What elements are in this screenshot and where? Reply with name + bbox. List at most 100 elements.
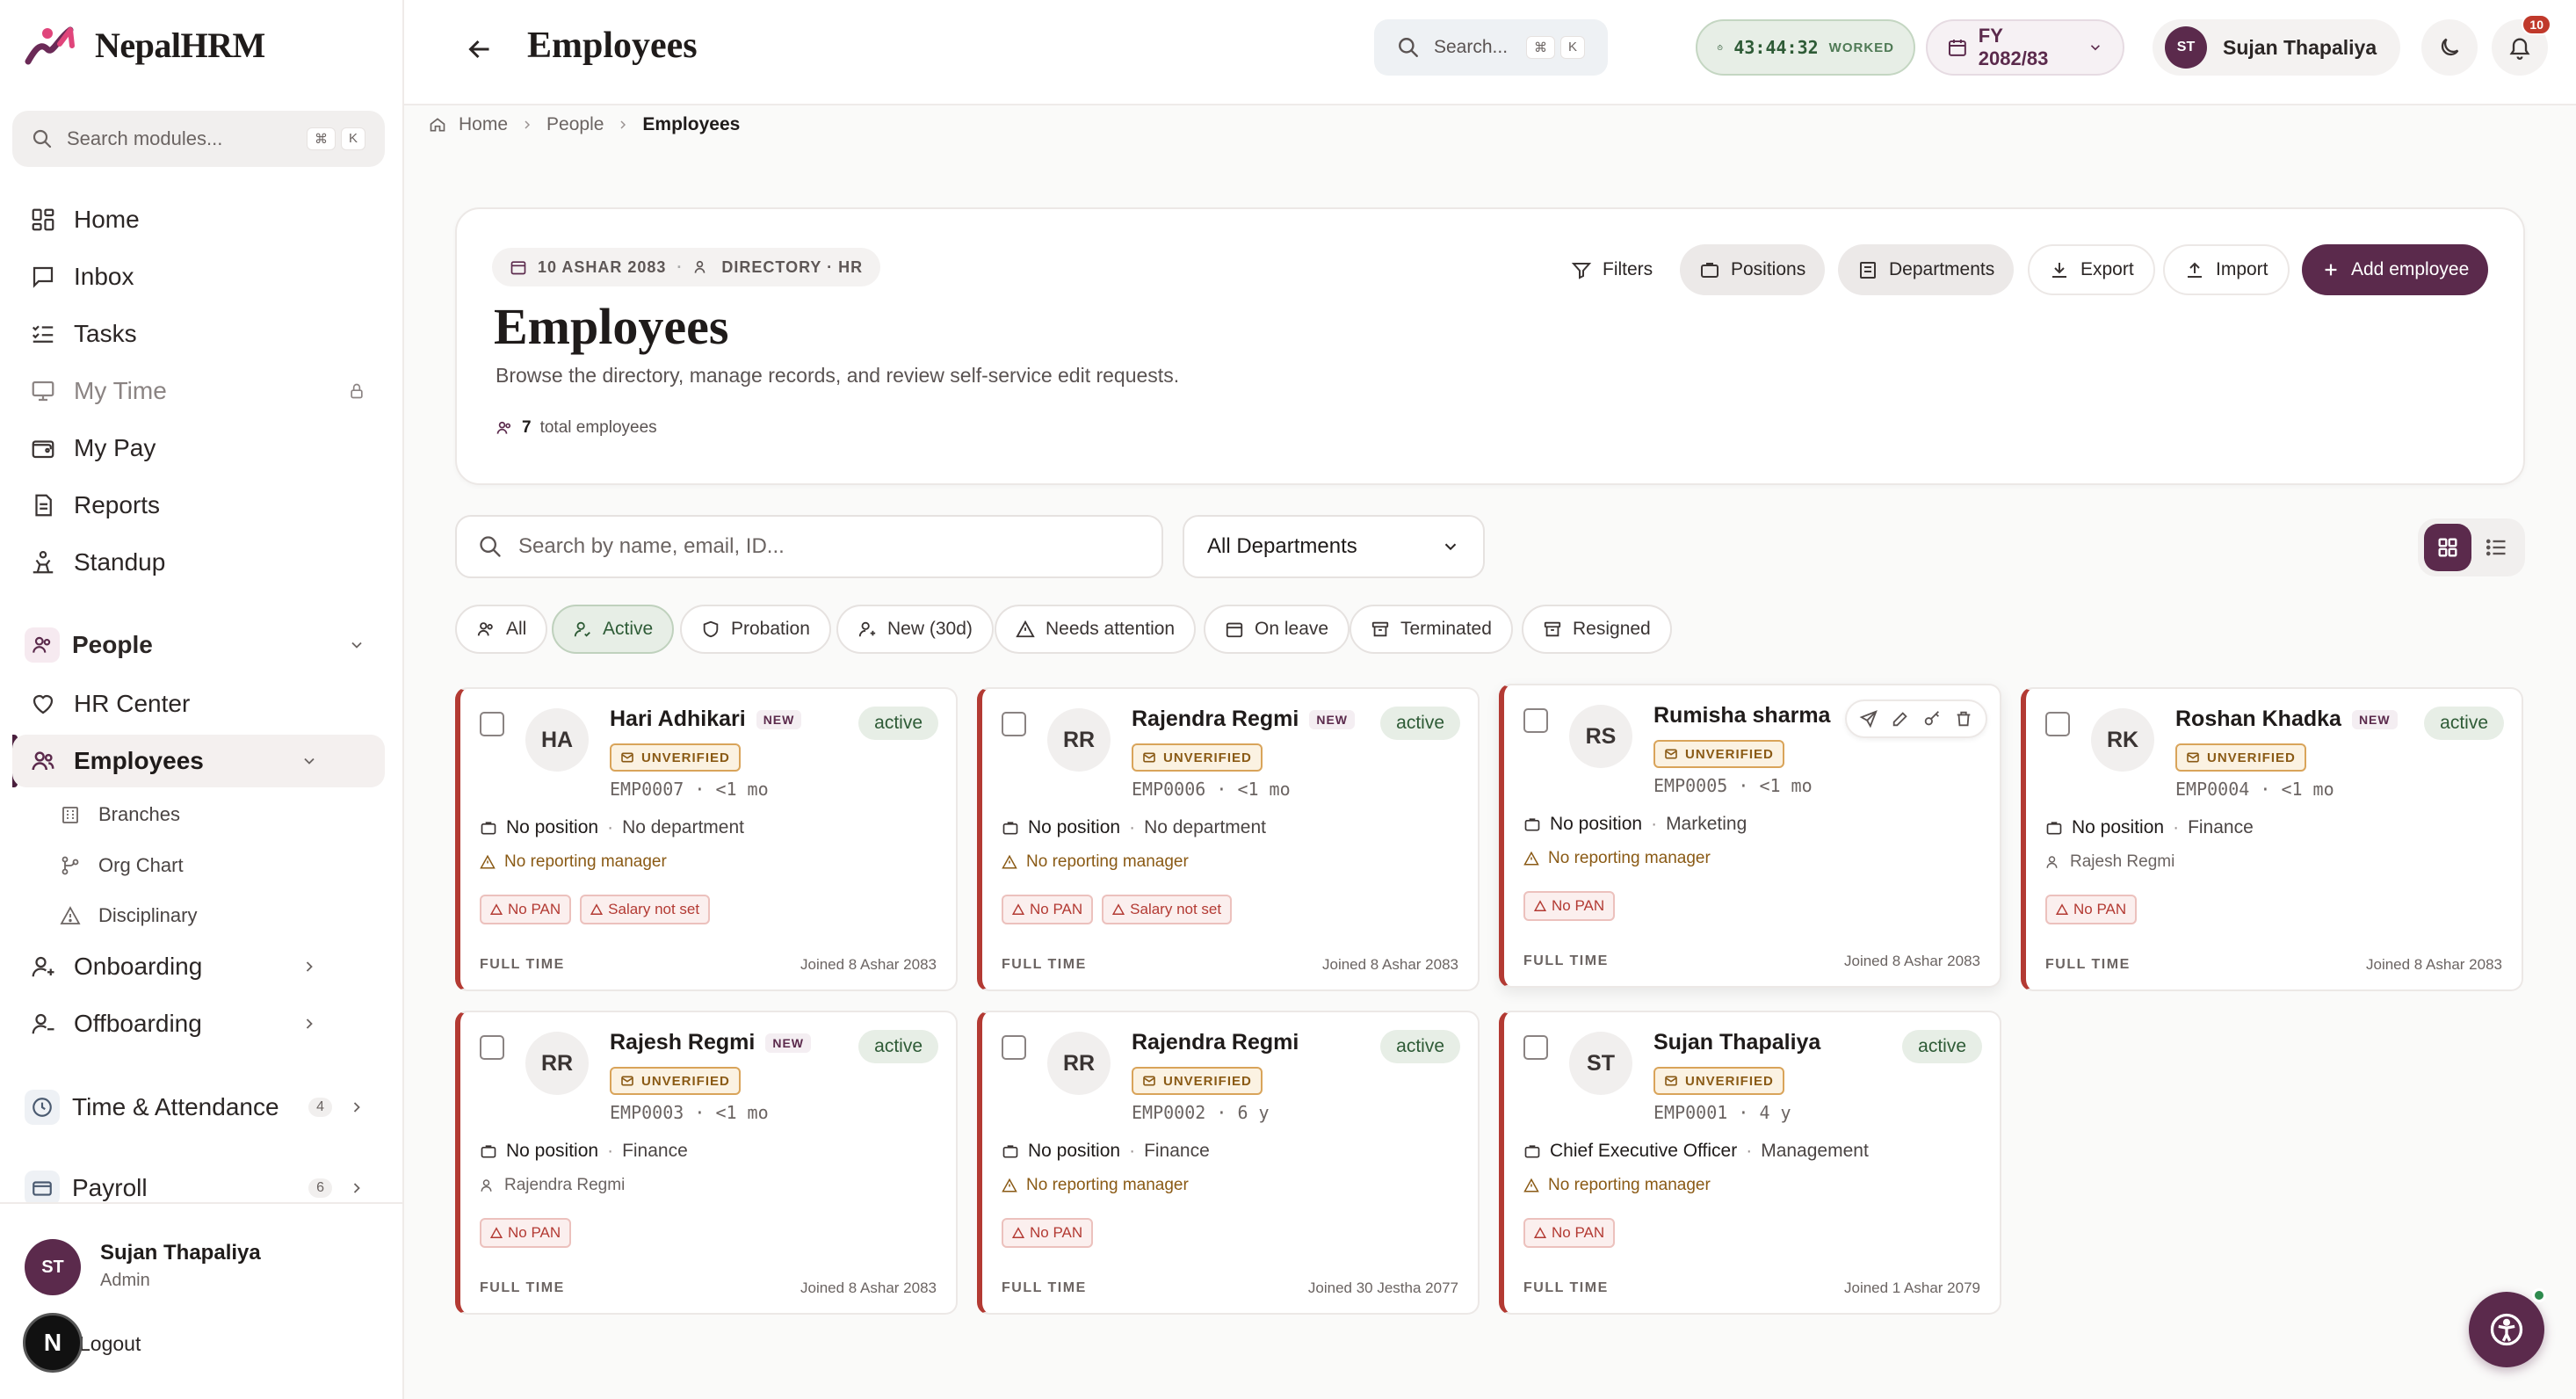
employee-card[interactable]: RR Rajesh Regmi NEW active UNVERIFIED EM… bbox=[455, 1011, 958, 1315]
select-checkbox[interactable] bbox=[480, 712, 504, 736]
employee-name[interactable]: Hari Adhikari bbox=[610, 707, 746, 732]
employment-type: FULL TIME bbox=[1002, 1280, 1087, 1295]
employee-name[interactable]: Sujan Thapaliya bbox=[1653, 1030, 1820, 1055]
filter-chip-needs-attention[interactable]: Needs attention bbox=[995, 605, 1197, 654]
employee-name[interactable]: Rajendra Regmi bbox=[1132, 707, 1299, 732]
subnav-org-chart[interactable]: Org Chart bbox=[60, 844, 184, 888]
position-line: No position · Marketing bbox=[1523, 814, 1747, 835]
chevron-right-icon bbox=[353, 1102, 360, 1113]
key-icon[interactable] bbox=[1922, 709, 1942, 728]
notifications-button[interactable]: 10 bbox=[2492, 14, 2551, 76]
unverified-badge: UNVERIFIED bbox=[1653, 1067, 1784, 1095]
payroll-icon bbox=[33, 1181, 52, 1196]
select-checkbox[interactable] bbox=[1002, 1035, 1026, 1060]
unverified-badge: UNVERIFIED bbox=[1132, 1067, 1263, 1095]
nav-hr-center[interactable]: HR Center bbox=[12, 678, 385, 730]
unverified-badge: UNVERIFIED bbox=[1132, 743, 1263, 772]
trash-icon[interactable] bbox=[1954, 709, 1973, 728]
joined-date: Joined 8 Ashar 2083 bbox=[2365, 956, 2502, 973]
monitor-icon bbox=[32, 381, 54, 402]
filter-chip-terminated[interactable]: Terminated bbox=[1350, 605, 1513, 654]
select-checkbox[interactable] bbox=[1523, 708, 1548, 733]
n-badge[interactable]: N bbox=[23, 1313, 83, 1373]
employee-name[interactable]: Rumisha sharma bbox=[1653, 703, 1830, 728]
select-checkbox[interactable] bbox=[1523, 1035, 1548, 1060]
nav-offboarding[interactable]: Offboarding bbox=[12, 997, 385, 1050]
employee-card[interactable]: RS Rumisha sharma UNVERIFIED EMP0005 · <… bbox=[1499, 684, 2001, 988]
select-checkbox[interactable] bbox=[480, 1035, 504, 1060]
timer-value: 43:44:32 bbox=[1733, 37, 1819, 58]
global-search-placeholder: Search... bbox=[1434, 37, 1509, 57]
nav-employees[interactable]: Employees bbox=[12, 735, 385, 787]
employee-code: EMP0002 · 6 y bbox=[1132, 1102, 1270, 1123]
warning-icon bbox=[1012, 903, 1024, 915]
subnav-disciplinary[interactable]: Disciplinary bbox=[60, 894, 197, 938]
nav-time-attendance-label: Time & Attendance bbox=[72, 1093, 279, 1120]
filter-chip-on-leave[interactable]: On leave bbox=[1204, 605, 1350, 654]
employee-card[interactable]: RR Rajendra Regmi NEW active UNVERIFIED … bbox=[977, 687, 1480, 991]
filter-chip-active[interactable]: Active bbox=[552, 605, 675, 654]
filter-chip-resigned[interactable]: Resigned bbox=[1522, 605, 1672, 654]
breadcrumb-people[interactable]: People bbox=[546, 114, 604, 135]
global-search[interactable]: Search... ⌘ K bbox=[1374, 19, 1608, 76]
nav-standup[interactable]: Standup bbox=[12, 536, 385, 589]
brand[interactable]: NepalHRM bbox=[25, 23, 265, 67]
fiscal-year-select[interactable]: FY 2082/83 bbox=[1926, 19, 2124, 76]
grid-view-button[interactable] bbox=[2423, 524, 2471, 571]
employee-name[interactable]: Rajendra Regmi bbox=[1132, 1030, 1299, 1055]
positions-button[interactable]: Positions bbox=[1680, 244, 1826, 295]
select-checkbox[interactable] bbox=[2045, 712, 2070, 736]
edit-icon[interactable] bbox=[1891, 709, 1910, 728]
mail-icon bbox=[1665, 1076, 1677, 1086]
header-date: 10 ASHAR 2083 bbox=[538, 257, 667, 276]
moon-icon bbox=[2441, 38, 2459, 56]
user-menu[interactable]: ST Sujan Thapaliya bbox=[2153, 19, 2400, 76]
avatar: RS bbox=[1569, 705, 1632, 768]
nav-people-section[interactable]: People bbox=[12, 619, 385, 671]
avatar[interactable]: ST bbox=[25, 1239, 81, 1295]
nav-onboarding[interactable]: Onboarding bbox=[12, 940, 385, 993]
nav-time-attendance[interactable]: Time & Attendance 4 bbox=[12, 1081, 385, 1134]
add-employee-button[interactable]: Add employee bbox=[2302, 244, 2489, 295]
nav-my-time[interactable]: My Time bbox=[12, 365, 385, 417]
back-arrow-icon[interactable] bbox=[464, 33, 496, 65]
logout-button[interactable]: Logout bbox=[79, 1332, 141, 1356]
page-header-card: 10 ASHAR 2083 · DIRECTORY · HR Employees… bbox=[455, 207, 2525, 485]
nav-reports[interactable]: Reports bbox=[12, 479, 385, 532]
breadcrumb-home[interactable]: Home bbox=[459, 114, 508, 135]
employee-card[interactable]: HA Hari Adhikari NEW active UNVERIFIED E… bbox=[455, 687, 958, 991]
import-button[interactable]: Import bbox=[2163, 244, 2290, 295]
employee-card[interactable]: RK Roshan Khadka NEW active UNVERIFIED E… bbox=[2021, 687, 2523, 991]
employee-card[interactable]: ST Sujan Thapaliya active UNVERIFIED EMP… bbox=[1499, 1011, 2001, 1315]
manager-line: No reporting manager bbox=[1002, 1176, 1189, 1195]
subnav-branches[interactable]: Branches bbox=[60, 793, 180, 837]
department-select[interactable]: All Departments bbox=[1183, 515, 1485, 578]
employee-name[interactable]: Rajesh Regmi bbox=[610, 1030, 755, 1055]
theme-toggle[interactable] bbox=[2421, 19, 2478, 76]
export-button[interactable]: Export bbox=[2028, 244, 2155, 295]
manager-line: No reporting manager bbox=[480, 852, 667, 872]
total-count: 7 bbox=[522, 418, 532, 437]
nav-my-pay[interactable]: My Pay bbox=[12, 422, 385, 475]
employee-search[interactable]: Search by name, email, ID... bbox=[455, 515, 1163, 578]
filter-chip-probation[interactable]: Probation bbox=[680, 605, 831, 654]
list-view-button[interactable] bbox=[2472, 524, 2520, 571]
employee-card[interactable]: RR Rajendra Regmi active UNVERIFIED EMP0… bbox=[977, 1011, 1480, 1315]
chevron-right-icon bbox=[620, 120, 626, 129]
home-icon bbox=[32, 208, 54, 231]
select-checkbox[interactable] bbox=[1002, 712, 1026, 736]
send-icon[interactable] bbox=[1859, 709, 1878, 728]
nav-home[interactable]: Home bbox=[12, 193, 385, 246]
filter-chip-new[interactable]: New (30d) bbox=[836, 605, 994, 654]
nav-tasks[interactable]: Tasks bbox=[12, 308, 385, 360]
filters-button[interactable]: Filters bbox=[1552, 244, 1672, 295]
nav-inbox[interactable]: Inbox bbox=[12, 250, 385, 303]
accessibility-button[interactable] bbox=[2469, 1292, 2544, 1367]
filter-chip-all[interactable]: All bbox=[455, 605, 548, 654]
calendar-icon bbox=[510, 261, 526, 275]
departments-button[interactable]: Departments bbox=[1838, 244, 2015, 295]
search-icon bbox=[33, 129, 52, 149]
module-search[interactable]: Search modules... ⌘ K bbox=[12, 111, 385, 167]
work-timer[interactable]: 43:44:32 WORKED bbox=[1696, 19, 1915, 76]
employee-name[interactable]: Roshan Khadka bbox=[2175, 707, 2341, 732]
